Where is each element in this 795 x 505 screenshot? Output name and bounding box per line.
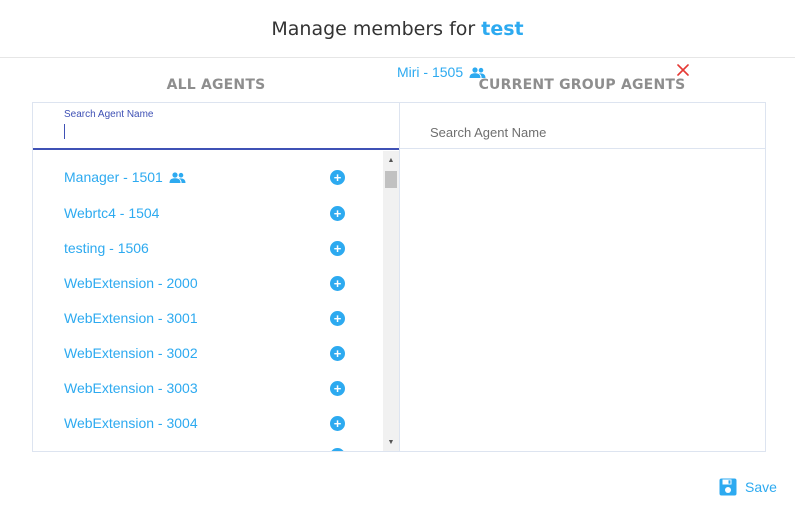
dialog-title: Manage members for test xyxy=(0,0,795,58)
agent-label: WebExtension - 3003 xyxy=(64,380,198,396)
all-agents-title: ALL AGENTS xyxy=(166,77,266,93)
group-name: test xyxy=(481,17,524,40)
search-label: Search Agent Name xyxy=(64,109,154,120)
add-agent-button[interactable]: + xyxy=(330,346,345,361)
agent-label: testing - 1506 xyxy=(64,240,149,256)
scroll-down-arrow-icon[interactable]: ▼ xyxy=(383,436,399,448)
list-scrollbar[interactable]: ▲ ▼ xyxy=(383,151,399,451)
remove-agent-button[interactable] xyxy=(677,64,689,80)
add-agent-button[interactable]: + xyxy=(330,416,345,431)
close-icon xyxy=(677,64,689,76)
search-placeholder: Search Agent Name xyxy=(430,125,547,140)
floppy-disk-icon xyxy=(719,478,737,496)
plus-icon: + xyxy=(333,276,342,291)
save-button[interactable]: Save xyxy=(719,478,777,496)
agent-label: WebExtension - 2000 xyxy=(64,275,198,291)
people-icon xyxy=(469,66,486,78)
add-agent-button[interactable]: + xyxy=(330,170,345,185)
plus-icon: + xyxy=(333,241,342,256)
plus-icon: + xyxy=(333,381,342,396)
list-item[interactable]: testing - 1506 xyxy=(64,238,149,258)
text-caret xyxy=(64,124,65,139)
agent-label: WebExtension - 3001 xyxy=(64,310,198,326)
agent-label: Manager - 1501 xyxy=(64,169,163,185)
add-agent-button[interactable] xyxy=(330,448,345,451)
plus-icon: + xyxy=(333,311,342,326)
save-label: Save xyxy=(745,479,777,495)
list-item[interactable]: Manager - 1501 xyxy=(64,167,186,187)
scroll-up-arrow-icon[interactable]: ▲ xyxy=(383,154,399,166)
agent-label: WebExtension - 3004 xyxy=(64,415,198,431)
plus-icon: + xyxy=(333,170,342,185)
plus-icon: + xyxy=(333,346,342,361)
add-agent-button[interactable]: + xyxy=(330,311,345,326)
list-item[interactable]: WebExtension - 3004 xyxy=(64,413,198,433)
members-panels: Search Agent Name Search Agent Name Mana… xyxy=(32,102,766,452)
agent-label: Webrtc4 - 1504 xyxy=(64,205,160,221)
dialog-title-text: Manage members for xyxy=(271,17,476,40)
panel-divider xyxy=(399,103,400,451)
list-item[interactable]: WebExtension - 3001 xyxy=(64,308,198,328)
agent-label: Miri - 1505 xyxy=(397,64,464,80)
plus-icon: + xyxy=(333,206,342,221)
list-item[interactable]: WebExtension - 3002 xyxy=(64,343,198,363)
all-agents-search-field[interactable]: Search Agent Name xyxy=(33,103,399,150)
add-agent-button[interactable]: + xyxy=(330,381,345,396)
agent-label: WebExtension - 3002 xyxy=(64,345,198,361)
plus-icon: + xyxy=(333,416,342,431)
add-agent-button[interactable]: + xyxy=(330,241,345,256)
people-icon xyxy=(169,171,186,183)
all-agents-list: Manager - 1501 + Webrtc4 - 1504 + testin… xyxy=(33,151,383,451)
current-agent-item[interactable]: Miri - 1505 xyxy=(397,64,486,80)
add-agent-button[interactable]: + xyxy=(330,276,345,291)
list-item[interactable]: WebExtension - 3003 xyxy=(64,378,198,398)
list-item[interactable]: Webrtc4 - 1504 xyxy=(64,203,159,223)
list-item[interactable]: WebExtension - 2000 xyxy=(64,273,198,293)
add-agent-button[interactable]: + xyxy=(330,206,345,221)
current-agents-search-field[interactable]: Search Agent Name xyxy=(400,103,765,149)
scroll-thumb[interactable] xyxy=(385,171,397,188)
